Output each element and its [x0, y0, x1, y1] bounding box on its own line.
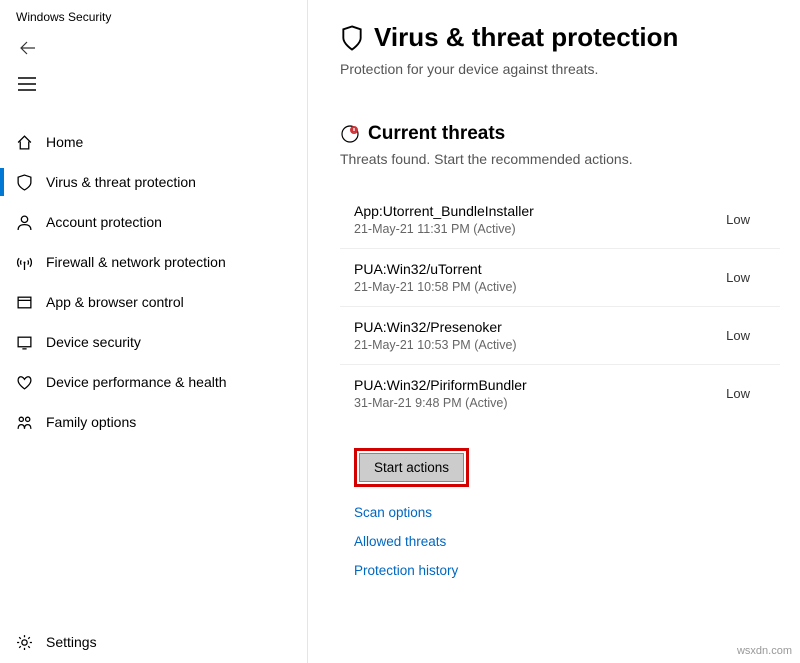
start-actions-button[interactable]: Start actions: [359, 453, 464, 482]
gear-icon: [16, 634, 33, 651]
nav-label: Virus & threat protection: [46, 174, 196, 190]
threat-name: PUA:Win32/Presenoker: [354, 319, 517, 335]
nav-item-home[interactable]: Home: [0, 122, 307, 162]
threat-meta: 21-May-21 10:58 PM (Active): [354, 280, 517, 294]
settings-label: Settings: [46, 634, 97, 650]
threat-meta: 21-May-21 10:53 PM (Active): [354, 338, 517, 352]
sidebar: Windows Security Home Virus & threat pro…: [0, 0, 308, 663]
family-icon: [16, 414, 33, 431]
threat-item[interactable]: PUA:Win32/PiriformBundler 31-Mar-21 9:48…: [340, 364, 780, 422]
start-actions-highlight: Start actions: [354, 448, 469, 487]
watermark: wsxdn.com: [737, 645, 792, 657]
threat-severity: Low: [726, 270, 750, 285]
app-browser-icon: [16, 294, 33, 311]
threat-item[interactable]: PUA:Win32/uTorrent 21-May-21 10:58 PM (A…: [340, 248, 780, 306]
threat-item[interactable]: App:Utorrent_BundleInstaller 21-May-21 1…: [340, 191, 780, 248]
nav-item-app-browser[interactable]: App & browser control: [0, 282, 307, 322]
threat-name: PUA:Win32/uTorrent: [354, 261, 517, 277]
current-threats-heading: Current threats: [368, 123, 505, 145]
threat-alert-icon: [340, 124, 360, 144]
nav-label: App & browser control: [46, 294, 184, 310]
threat-severity: Low: [726, 386, 750, 401]
menu-icon: [18, 77, 36, 91]
threat-meta: 31-Mar-21 9:48 PM (Active): [354, 396, 527, 410]
nav-list: Home Virus & threat protection Account p…: [0, 122, 307, 621]
nav-item-virus-threat[interactable]: Virus & threat protection: [0, 162, 307, 202]
threat-name: App:Utorrent_BundleInstaller: [354, 203, 534, 219]
nav-label: Device performance & health: [46, 374, 227, 390]
nav-item-device-security[interactable]: Device security: [0, 322, 307, 362]
allowed-threats-link[interactable]: Allowed threats: [354, 534, 780, 549]
threat-list: App:Utorrent_BundleInstaller 21-May-21 1…: [340, 191, 780, 422]
page-title: Virus & threat protection: [374, 22, 678, 53]
nav-label: Family options: [46, 414, 136, 430]
threat-severity: Low: [726, 212, 750, 227]
nav-item-performance[interactable]: Device performance & health: [0, 362, 307, 402]
nav-item-account[interactable]: Account protection: [0, 202, 307, 242]
page-header: Virus & threat protection: [340, 22, 780, 53]
threat-severity: Low: [726, 328, 750, 343]
main-content: Virus & threat protection Protection for…: [308, 0, 800, 663]
scan-options-link[interactable]: Scan options: [354, 505, 780, 520]
heart-icon: [16, 374, 33, 391]
nav-item-firewall[interactable]: Firewall & network protection: [0, 242, 307, 282]
hamburger-button[interactable]: [0, 66, 40, 102]
current-threats-section: Current threats Threats found. Start the…: [340, 123, 780, 578]
page-subtitle: Protection for your device against threa…: [340, 61, 780, 77]
nav-item-family[interactable]: Family options: [0, 402, 307, 442]
nav-item-settings[interactable]: Settings: [0, 621, 307, 663]
nav-label: Home: [46, 134, 83, 150]
nav-label: Firewall & network protection: [46, 254, 226, 270]
person-icon: [16, 214, 33, 231]
threat-links: Scan options Allowed threats Protection …: [340, 505, 780, 578]
current-threats-subheading: Threats found. Start the recommended act…: [340, 151, 780, 167]
arrow-left-icon: [20, 40, 36, 56]
shield-icon: [340, 25, 364, 51]
home-icon: [16, 134, 33, 151]
back-button[interactable]: [0, 30, 40, 66]
app-title: Windows Security: [0, 0, 307, 30]
shield-icon: [16, 174, 33, 191]
threat-name: PUA:Win32/PiriformBundler: [354, 377, 527, 393]
threat-meta: 21-May-21 11:31 PM (Active): [354, 222, 534, 236]
nav-label: Device security: [46, 334, 141, 350]
threat-item[interactable]: PUA:Win32/Presenoker 21-May-21 10:53 PM …: [340, 306, 780, 364]
antenna-icon: [16, 254, 33, 271]
nav-label: Account protection: [46, 214, 162, 230]
protection-history-link[interactable]: Protection history: [354, 563, 780, 578]
device-icon: [16, 334, 33, 351]
